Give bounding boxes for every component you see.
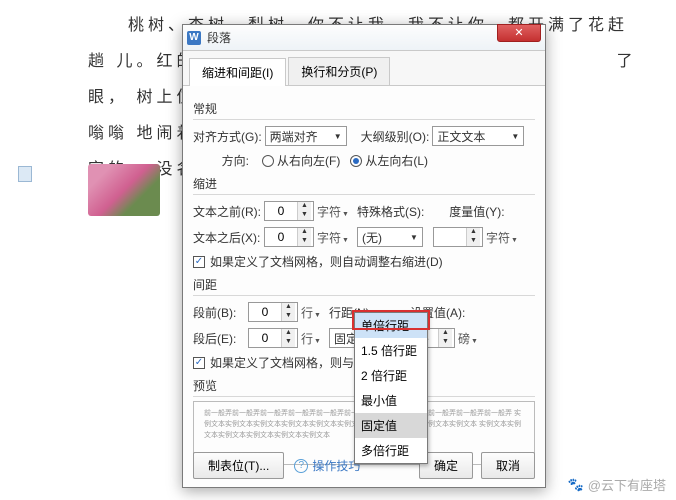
wps-icon: W bbox=[187, 31, 201, 45]
align-select[interactable]: 两端对齐▼ bbox=[265, 126, 347, 146]
snap-grid-label: 如果定义了文档网格，则与网格 bbox=[210, 354, 378, 371]
cancel-button[interactable]: 取消 bbox=[481, 452, 535, 479]
paw-icon: 🐾 bbox=[568, 477, 584, 493]
outline-label: 大纲级别(O): bbox=[361, 128, 430, 145]
tabs-button[interactable]: 制表位(T)... bbox=[193, 452, 284, 479]
radio-ltr[interactable] bbox=[350, 155, 362, 167]
option-fixed[interactable]: 固定值 bbox=[355, 413, 427, 438]
radio-ltr-label: 从左向右(L) bbox=[365, 152, 428, 169]
option-double[interactable]: 2 倍行距 bbox=[355, 363, 427, 388]
dialog-title: 段落 bbox=[207, 29, 497, 46]
dialog-tabs: 缩进和间距(I) 换行和分页(P) bbox=[183, 51, 545, 86]
by-input[interactable]: ▲▼ bbox=[433, 227, 483, 247]
unit-label[interactable]: 字符▼ bbox=[486, 229, 518, 246]
option-single[interactable]: 单倍行距 bbox=[355, 313, 427, 338]
unit-label[interactable]: 字符▼ bbox=[317, 229, 349, 246]
by-label: 度量值(Y): bbox=[449, 203, 504, 220]
radio-rtl-label: 从右向左(F) bbox=[277, 152, 340, 169]
snap-grid-checkbox[interactable] bbox=[193, 357, 205, 369]
indent-after-input[interactable]: ▲▼ bbox=[264, 227, 314, 247]
space-before-label: 段前(B): bbox=[193, 304, 245, 321]
watermark: 🐾 @云下有座塔 bbox=[568, 475, 666, 494]
option-min[interactable]: 最小值 bbox=[355, 388, 427, 413]
radio-rtl[interactable] bbox=[262, 155, 274, 167]
special-select[interactable]: (无)▼ bbox=[357, 227, 423, 247]
chevron-down-icon: ▼ bbox=[334, 132, 342, 141]
unit-label[interactable]: 磅▼ bbox=[458, 330, 478, 347]
option-1-5[interactable]: 1.5 倍行距 bbox=[355, 338, 427, 363]
group-spacing: 间距 bbox=[193, 276, 535, 296]
outline-select[interactable]: 正文文本▼ bbox=[432, 126, 524, 146]
space-before-input[interactable]: ▲▼ bbox=[248, 302, 298, 322]
auto-indent-checkbox[interactable] bbox=[193, 256, 205, 268]
auto-indent-label: 如果定义了文档网格，则自动调整右缩进(D) bbox=[210, 253, 443, 270]
align-label: 对齐方式(G): bbox=[193, 128, 262, 145]
space-after-label: 段后(E): bbox=[193, 330, 245, 347]
indent-before-input[interactable]: ▲▼ bbox=[264, 201, 314, 221]
close-button[interactable]: ✕ bbox=[497, 24, 541, 42]
chevron-down-icon: ▼ bbox=[511, 132, 519, 141]
indent-after-label: 文本之后(X): bbox=[193, 229, 261, 246]
page-icon bbox=[18, 166, 32, 182]
document-image bbox=[88, 164, 160, 216]
unit-label[interactable]: 行▼ bbox=[301, 304, 321, 321]
line-spacing-dropdown: 单倍行距 1.5 倍行距 2 倍行距 最小值 固定值 多倍行距 bbox=[354, 312, 428, 464]
group-general: 常规 bbox=[193, 100, 535, 120]
indent-before-label: 文本之前(R): bbox=[193, 203, 261, 220]
tab-indent-spacing[interactable]: 缩进和间距(I) bbox=[189, 58, 286, 86]
group-indent: 缩进 bbox=[193, 175, 535, 195]
tab-line-page[interactable]: 换行和分页(P) bbox=[288, 57, 390, 85]
chevron-down-icon: ▼ bbox=[410, 233, 418, 242]
dialog-titlebar[interactable]: W 段落 ✕ bbox=[183, 25, 545, 51]
special-label: 特殊格式(S): bbox=[357, 203, 424, 220]
unit-label[interactable]: 行▼ bbox=[301, 330, 321, 347]
space-after-input[interactable]: ▲▼ bbox=[248, 328, 298, 348]
tip-icon: ? bbox=[294, 459, 308, 473]
unit-label[interactable]: 字符▼ bbox=[317, 203, 349, 220]
option-multiple[interactable]: 多倍行距 bbox=[355, 438, 427, 463]
direction-label: 方向: bbox=[193, 152, 249, 169]
